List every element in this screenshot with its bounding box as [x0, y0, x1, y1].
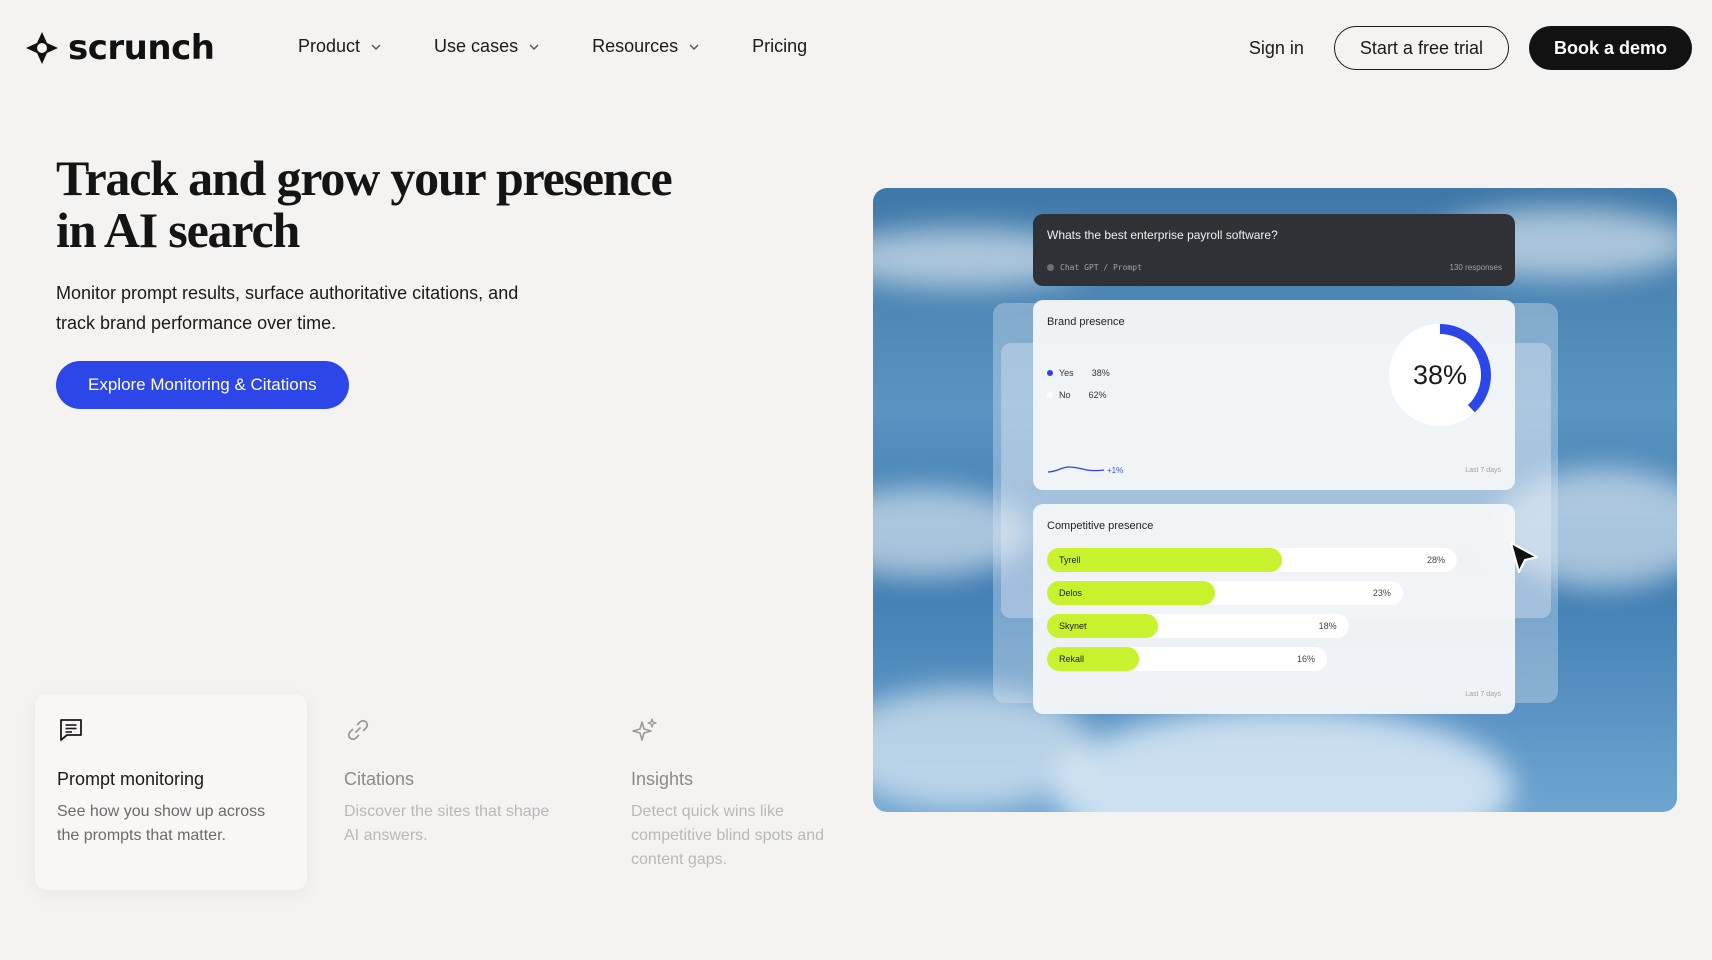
hero-subtitle-line1: Monitor prompt results, surface authorit…	[56, 283, 519, 303]
nav-product-label: Product	[298, 36, 361, 56]
legend-no-value: 62%	[1088, 390, 1107, 400]
legend-dot	[1047, 392, 1053, 398]
prompt-question: Whats the best enterprise payroll softwa…	[1047, 228, 1278, 242]
brand-legend: Yes 38% No 62%	[1047, 368, 1110, 412]
cloud	[1053, 708, 1513, 812]
nav-use-cases[interactable]: Use cases	[434, 36, 540, 57]
brand-donut-chart: 38%	[1389, 324, 1491, 426]
competitor-name: Delos	[1059, 588, 1083, 598]
legend-yes-label: Yes	[1059, 368, 1074, 378]
chat-lines-icon	[60, 719, 82, 741]
explore-monitoring-button[interactable]: Explore Monitoring & Citations	[56, 361, 349, 409]
feature-description: See how you show up across the prompts t…	[57, 800, 285, 848]
feature-desc-line: See how you show up across	[57, 803, 266, 820]
nav-pricing-label: Pricing	[752, 36, 808, 56]
prompt-source-label: Chat GPT / Prompt	[1060, 263, 1142, 272]
period-label: Last 7 days	[1465, 691, 1501, 698]
nav-resources-label: Resources	[592, 36, 679, 56]
nav-resources[interactable]: Resources	[592, 36, 700, 57]
competitor-bar-skynet: Skynet 18%	[1047, 614, 1349, 638]
nav-use-cases-label: Use cases	[434, 36, 519, 56]
feature-description: Detect quick wins like competitive blind…	[631, 800, 859, 872]
competitor-bar-delos: Delos 23%	[1047, 581, 1403, 605]
chevron-down-icon	[529, 44, 539, 50]
nav-pricing[interactable]: Pricing	[752, 36, 807, 57]
hero-subtitle: Monitor prompt results, surface authorit…	[56, 278, 616, 338]
top-navigation: scrunch Product Use cases Resources Pric…	[0, 0, 1712, 96]
nav-product[interactable]: Product	[298, 36, 382, 57]
trend-label: +1%	[1107, 466, 1124, 475]
nav-actions: Sign in Start a free trial Book a demo	[1249, 26, 1692, 70]
feature-desc-line: the prompts that matter.	[57, 827, 226, 844]
sign-in-link[interactable]: Sign in	[1249, 38, 1304, 59]
prompt-responses: 130 responses	[1449, 263, 1502, 272]
feature-desc-line: Detect quick wins like	[631, 803, 784, 820]
feature-citations[interactable]: Citations Discover the sites that shape …	[322, 694, 594, 890]
start-free-trial-button[interactable]: Start a free trial	[1333, 26, 1509, 70]
hero-title: Track and grow your presence in AI searc…	[56, 152, 696, 256]
feature-title: Prompt monitoring	[57, 769, 205, 789]
chevron-down-icon	[371, 44, 381, 50]
hero-title-line2: in AI search	[56, 202, 300, 258]
prompt-card: Whats the best enterprise payroll softwa…	[1033, 214, 1515, 286]
feature-desc-line: competitive blind spots and	[631, 827, 824, 844]
feature-title: Citations	[344, 769, 415, 789]
competitor-value: 23%	[1372, 588, 1391, 598]
legend-dot	[1047, 370, 1053, 376]
prompt-source: Chat GPT / Prompt	[1047, 263, 1142, 272]
scrunch-star-icon	[26, 32, 58, 64]
hero-dashboard-illustration: Whats the best enterprise payroll softwa…	[873, 188, 1677, 812]
competitor-bar-fill	[1047, 548, 1283, 572]
competitor-value: 28%	[1426, 555, 1445, 565]
legend-no: No 62%	[1047, 390, 1110, 400]
hero-subtitle-line2: track brand performance over time.	[56, 313, 337, 333]
source-dot	[1047, 264, 1054, 271]
legend-no-label: No	[1059, 390, 1071, 400]
sparkle-icon	[632, 718, 657, 741]
feature-desc-line: Discover the sites that shape	[344, 803, 550, 820]
feature-insights[interactable]: Insights Detect quick wins like competit…	[609, 694, 881, 890]
logo[interactable]: scrunch	[24, 28, 215, 68]
feature-desc-line: content gaps.	[631, 851, 728, 868]
competitor-value: 18%	[1318, 621, 1337, 631]
competitor-bar-tyrell: Tyrell 28%	[1047, 548, 1457, 572]
logo-text: scrunch	[68, 28, 215, 68]
feature-prompt-monitoring[interactable]: Prompt monitoring See how you show up ac…	[35, 694, 307, 890]
mouse-cursor-icon	[1510, 542, 1538, 573]
competitor-bars: Tyrell 28% Delos 23% Skynet 18% Rekall 16%	[1047, 548, 1457, 680]
book-demo-button[interactable]: Book a demo	[1528, 26, 1692, 70]
competitor-value: 16%	[1296, 654, 1315, 664]
chevron-down-icon	[689, 44, 699, 50]
competitor-bar-rekall: Rekall 16%	[1047, 647, 1327, 671]
feature-description: Discover the sites that shape AI answers…	[344, 800, 572, 848]
panel-title: Competitive presence	[1047, 520, 1154, 532]
competitive-presence-panel: Competitive presence Tyrell 28% Delos 23% Sk…	[1033, 504, 1515, 714]
competitor-name: Rekall	[1059, 654, 1085, 664]
donut-label: 38%	[1413, 360, 1467, 390]
competitor-name: Skynet	[1059, 621, 1087, 631]
nav-links: Product Use cases Resources Pricing	[298, 36, 807, 57]
link-icon	[347, 719, 369, 741]
hero-title-line1: Track and grow your presence	[56, 150, 673, 206]
competitor-name: Tyrell	[1059, 555, 1081, 565]
feature-desc-line: AI answers.	[344, 827, 428, 844]
trend-sparkline	[1047, 466, 1105, 473]
legend-yes-value: 38%	[1091, 368, 1110, 378]
period-label: Last 7 days	[1465, 467, 1501, 474]
feature-title: Insights	[631, 769, 694, 789]
legend-yes: Yes 38%	[1047, 368, 1110, 378]
brand-presence-panel: Brand presence Yes 38% No 62% 38% +1% La…	[1033, 300, 1515, 490]
